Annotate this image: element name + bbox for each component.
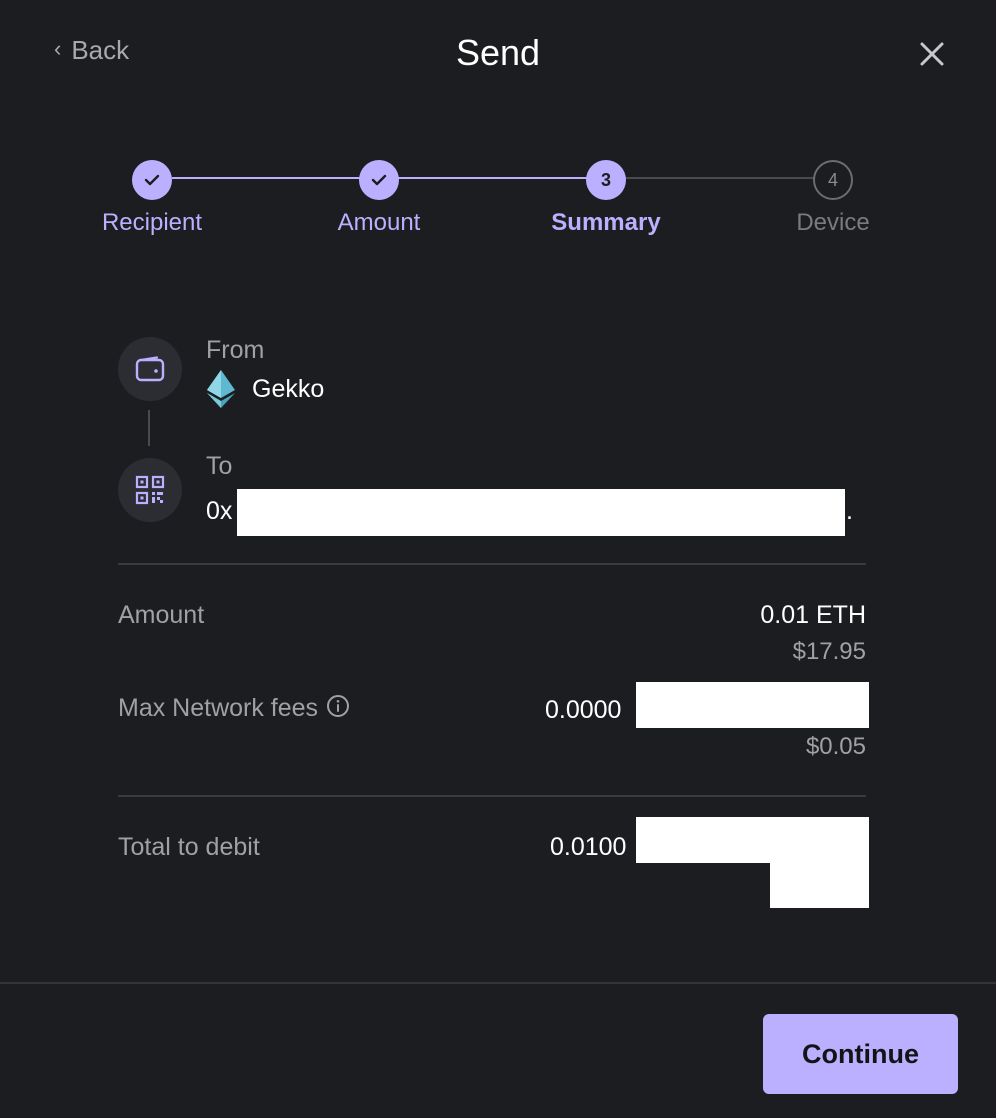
fees-crypto-prefix: 0.0000 [545,696,622,724]
step-summary-indicator: 3 [586,160,626,200]
from-account: Gekko [206,369,324,409]
fees-label: Max Network fees [118,694,319,722]
to-address-prefix: 0x [206,497,233,525]
footer-divider [0,982,996,984]
to-label: To [206,452,233,480]
step-device-label: Device [796,209,870,236]
from-to-connector [148,410,150,446]
divider-bottom [118,795,866,797]
to-address-suffix: . [846,497,853,525]
total-label: Total to debit [118,833,260,861]
page-title: Send [455,32,541,73]
step-device-indicator: 4 [813,160,853,200]
step-amount-label: Amount [337,209,421,236]
to-address-redaction [237,489,845,536]
close-icon [920,42,944,66]
from-account-name: Gekko [252,374,325,403]
close-button[interactable] [914,36,950,72]
step-summary-label: Summary [551,209,661,236]
total-crypto-prefix: 0.0100 [550,833,627,861]
fees-label-group: Max Network fees [118,694,350,723]
total-fiat-redaction [770,862,869,908]
amount-crypto: 0.01 ETH [760,601,866,629]
check-icon [144,174,160,186]
qr-code-icon [135,475,165,505]
step-recipient-label: Recipient [101,209,203,236]
amount-fiat: $17.95 [792,638,866,665]
info-icon [327,694,350,717]
continue-button[interactable]: Continue [763,1014,958,1094]
stepper-line-todo [625,177,815,179]
ethereum-icon [207,370,235,408]
divider-top [118,563,866,565]
fees-fiat: $0.05 [805,733,866,760]
fees-crypto-redaction [636,682,869,728]
amount-label: Amount [118,601,205,629]
check-icon [371,174,387,186]
step-recipient-indicator [132,160,172,200]
wallet-icon [135,356,165,382]
step-amount-indicator [359,160,399,200]
total-crypto-redaction [636,817,869,863]
to-icon-badge [118,458,182,522]
from-label: From [206,336,265,364]
from-icon-badge [118,337,182,401]
fees-info-button[interactable] [326,694,350,718]
